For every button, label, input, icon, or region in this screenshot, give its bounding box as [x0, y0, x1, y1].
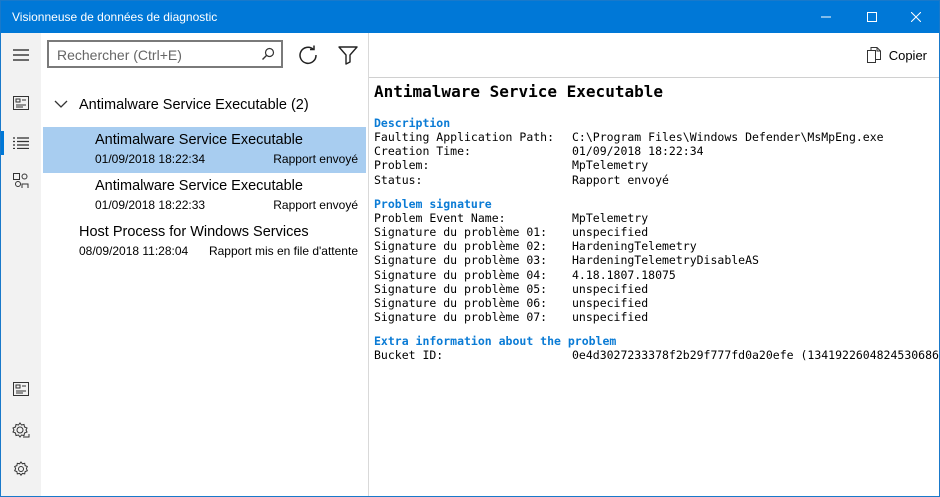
detail-key: Signature du problème 03: — [374, 253, 548, 268]
item-date: 08/09/2018 11:28:04 — [79, 244, 189, 258]
detail-row: Signature du problème 05: unspecified — [374, 282, 934, 296]
detail-value: Rapport envoyé — [572, 172, 669, 187]
copy-button[interactable]: Copier — [863, 43, 931, 67]
minimize-icon — [821, 16, 831, 18]
detail-row: Creation Time: 01/09/2018 18:22:34 — [374, 144, 934, 158]
item-title: Antimalware Service Executable — [95, 178, 303, 194]
detail-row: Signature du problème 02: HardeningTeleme… — [374, 239, 934, 253]
detail-value: HardeningTelemetry — [572, 239, 697, 254]
detail-key: Faulting Application Path: — [374, 130, 555, 144]
search-icon[interactable] — [261, 47, 275, 61]
detail-value: 4.18.1807.18075 — [572, 267, 676, 282]
detail-row: Signature du problème 04: 4.18.1807.18075 — [374, 268, 934, 282]
detail-key: Bucket ID: — [374, 348, 444, 363]
app-window: Visionneuse de données de diagnostic Rec… — [0, 0, 940, 497]
detail-value: 0e4d3027233378f2b29f777fd0a20efe (134192… — [572, 348, 940, 363]
detail-value: unspecified — [572, 281, 649, 296]
detail-row: Faulting Application Path: C:\Program Fil… — [374, 130, 934, 144]
window-title: Visionneuse de données de diagnostic — [12, 10, 218, 24]
item-title: Antimalware Service Executable — [95, 132, 303, 148]
group-label: Antimalware Service Executable (2) — [79, 97, 309, 113]
search-input[interactable] — [57, 46, 257, 64]
detail-value: 01/09/2018 18:22:34 — [572, 144, 704, 159]
close-button[interactable] — [893, 1, 939, 33]
detail-row: Signature du problème 07: unspecified — [374, 310, 934, 324]
detail-row: Problem: MpTelemetry — [374, 158, 934, 172]
detail-content: Antimalware Service Executable Descripti… — [374, 81, 939, 363]
detail-value: unspecified — [572, 310, 649, 325]
detail-key: Problem Event Name: — [374, 210, 506, 225]
filter-icon — [338, 46, 358, 65]
section-heading: Description — [374, 116, 451, 130]
detail-row: Signature du problème 01: unspecified — [374, 225, 934, 239]
detail-toolbar: Copier — [369, 33, 939, 78]
section-heading: Extra information about the problem — [374, 334, 617, 349]
detail-key: Signature du problème 04: — [374, 267, 548, 282]
report-group-header[interactable]: Antimalware Service Executable (2) — [41, 93, 368, 119]
nav-report[interactable] — [1, 369, 41, 409]
report-list-item[interactable]: Antimalware Service Executable 01/09/201… — [43, 127, 366, 173]
report-detail-pane: Copier Antimalware Service Executable De… — [369, 33, 939, 496]
item-date: 01/09/2018 18:22:33 — [95, 198, 206, 212]
detail-row: Signature du problème 06: unspecified — [374, 296, 934, 310]
list-icon — [13, 137, 29, 149]
report-list-item[interactable]: Antimalware Service Executable 01/09/201… — [43, 173, 366, 219]
nav-feedback-settings[interactable] — [1, 411, 41, 451]
minimize-button[interactable] — [803, 1, 849, 33]
search-box[interactable] — [47, 40, 283, 68]
item-status: Rapport envoyé — [273, 152, 358, 166]
nav-user-settings[interactable] — [1, 161, 41, 201]
copy-label: Copier — [888, 47, 927, 63]
feedback-settings-icon — [12, 422, 30, 438]
close-icon — [911, 12, 921, 22]
maximize-button[interactable] — [849, 1, 895, 33]
diagnostic-data-icon — [13, 96, 29, 110]
detail-key: Signature du problème 02: — [374, 239, 548, 254]
refresh-button[interactable] — [292, 40, 324, 70]
detail-key: Problem: — [374, 158, 430, 173]
detail-value: MpTelemetry — [572, 158, 649, 173]
user-settings-icon — [13, 173, 29, 188]
detail-key: Signature du problème 05: — [374, 281, 548, 296]
nav-rail — [1, 33, 41, 496]
detail-value: unspecified — [572, 224, 649, 239]
section-heading: Problem signature — [374, 196, 492, 211]
settings-gear-icon — [14, 461, 28, 477]
hamburger-menu-button[interactable] — [1, 35, 41, 75]
detail-row: Status: Rapport envoyé — [374, 173, 934, 187]
report-list-item[interactable]: Host Process for Windows Services 08/09/… — [43, 219, 366, 265]
filter-button[interactable] — [332, 40, 364, 70]
item-status: Rapport mis en file d'attente — [208, 244, 358, 258]
nav-problem-reports[interactable] — [1, 123, 41, 163]
title-bar: Visionneuse de données de diagnostic — [1, 1, 939, 33]
detail-key: Creation Time: — [374, 144, 471, 159]
report-list-pane: Antimalware Service Executable (2) Antim… — [41, 33, 369, 496]
copy-icon — [866, 47, 881, 63]
detail-key: Signature du problème 06: — [374, 295, 548, 310]
detail-row: Problem Event Name: MpTelemetry — [374, 211, 934, 225]
detail-value: C:\Program Files\Windows Defender\MsMpEn… — [572, 130, 884, 144]
hamburger-menu-icon — [13, 49, 29, 61]
refresh-icon — [299, 45, 317, 64]
report-icon — [13, 382, 29, 396]
detail-title: Antimalware Service Executable — [374, 82, 663, 101]
detail-key: Signature du problème 01: — [374, 224, 548, 239]
nav-active-indicator — [1, 131, 4, 155]
item-date: 01/09/2018 18:22:34 — [95, 152, 206, 166]
detail-value: unspecified — [572, 295, 649, 310]
maximize-icon — [867, 12, 877, 22]
nav-settings[interactable] — [1, 449, 41, 489]
detail-key: Status: — [374, 172, 423, 187]
detail-row: Bucket ID: 0e4d3027233378f2b29f777fd0a20e… — [374, 348, 939, 363]
detail-value: MpTelemetry — [572, 210, 649, 225]
detail-row: Signature du problème 03: HardeningTeleme… — [374, 253, 934, 267]
chevron-down-icon[interactable] — [54, 99, 68, 109]
item-title: Host Process for Windows Services — [79, 224, 309, 240]
item-status: Rapport envoyé — [273, 198, 358, 212]
detail-key: Signature du problème 07: — [374, 310, 548, 325]
nav-diagnostic-data[interactable] — [1, 83, 41, 123]
detail-value: HardeningTelemetryDisableAS — [572, 253, 759, 268]
